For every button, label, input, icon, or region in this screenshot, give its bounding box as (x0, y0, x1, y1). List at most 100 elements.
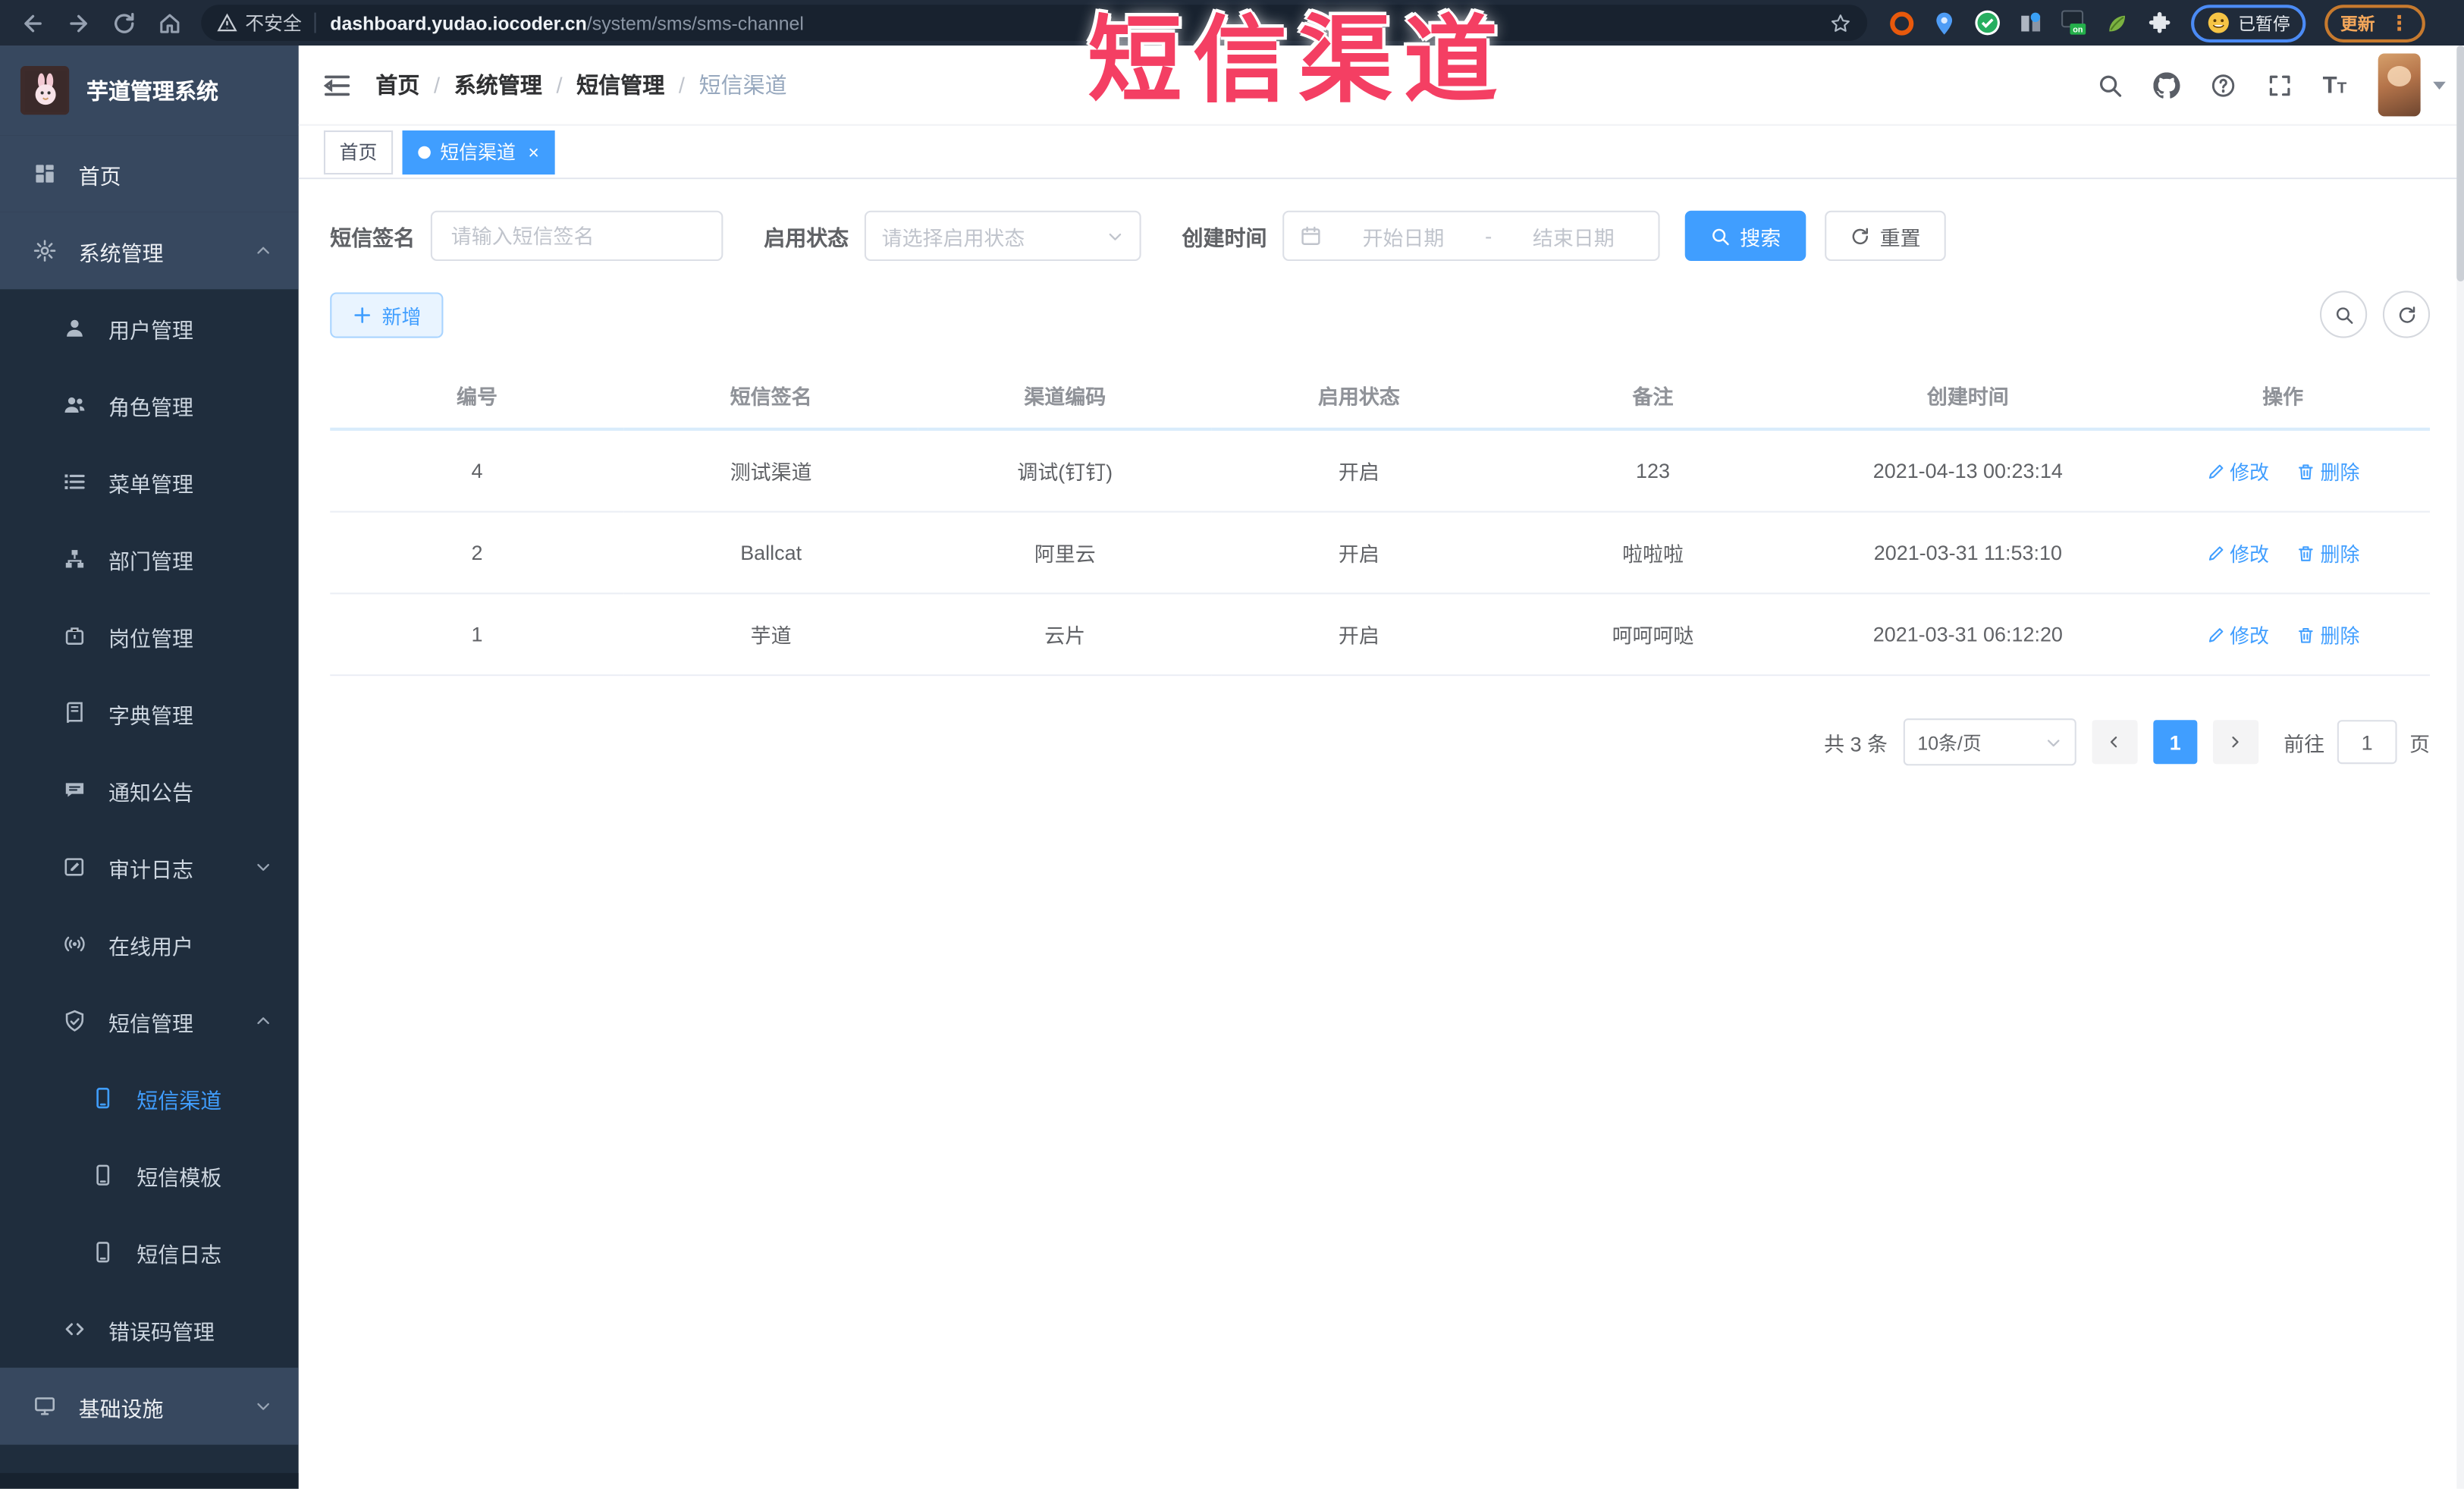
update-label: 更新 (2340, 14, 2375, 34)
breadcrumb: 首页 / 系统管理 / 短信管理 / 短信渠道 (375, 69, 786, 100)
active-tag-dot (418, 145, 431, 159)
browser-menu-dots-icon[interactable]: ⋮ (2389, 10, 2409, 35)
bookmark-star-icon[interactable] (1829, 12, 1851, 34)
table-row[interactable]: 1 芋道 云片 开启 呵呵呵哒 2021-03-31 06:12:20 修改 删… (330, 593, 2431, 677)
status-value: 开启 (1212, 429, 1506, 513)
extension-leaf-icon[interactable] (2105, 10, 2130, 35)
sidebar-item-role-management[interactable]: 角色管理 (0, 366, 299, 444)
breadcrumb-sms[interactable]: 短信管理 (576, 69, 664, 100)
sidebar-collapse-icon[interactable] (322, 70, 352, 99)
tag-home[interactable]: 首页 (323, 129, 394, 174)
status-label: 启用状态 (764, 226, 849, 250)
add-button[interactable]: 新增 (330, 291, 444, 338)
avatar-caret-down-icon[interactable] (2433, 80, 2446, 96)
sidebar-item-menu-management[interactable]: 菜单管理 (0, 443, 299, 520)
extension-orange-icon[interactable] (1889, 10, 1914, 35)
sidebar-item-sms-log[interactable]: 短信日志 (0, 1214, 299, 1291)
extension-pin-icon[interactable] (1932, 10, 1957, 35)
trash-icon (2296, 625, 2315, 644)
breadcrumb-system[interactable]: 系统管理 (454, 69, 542, 100)
phone-icon (91, 1164, 115, 1187)
fullscreen-icon[interactable] (2266, 71, 2293, 98)
sidebar-item-sms-template[interactable]: 短信模板 (0, 1136, 299, 1214)
edit-pencil-icon (2206, 461, 2225, 480)
list-icon (63, 470, 86, 494)
sidebar-item-home[interactable]: 首页 (0, 135, 299, 212)
extension-grid-icon[interactable] (2018, 10, 2043, 35)
edit-link[interactable]: 修改 (2206, 538, 2269, 567)
status-select[interactable]: 请选择启用状态 (864, 210, 1141, 262)
create-time-label: 创建时间 (1182, 226, 1267, 250)
search-button[interactable]: 搜索 (1684, 210, 1806, 262)
sidebar-item-error-code[interactable]: 错误码管理 (0, 1291, 299, 1368)
extension-check-icon[interactable] (1974, 9, 2001, 36)
delete-link[interactable]: 删除 (2296, 538, 2359, 567)
extensions-puzzle-icon[interactable] (2147, 10, 2172, 35)
delete-link[interactable]: 删除 (2296, 456, 2359, 485)
browser-reload-icon[interactable] (111, 10, 137, 35)
sidebar-item-online-users[interactable]: 在线用户 (0, 906, 299, 983)
phone-icon (91, 1240, 115, 1264)
paused-extension-pill[interactable]: 已暂停 (2191, 4, 2306, 42)
edit-link[interactable]: 修改 (2206, 456, 2269, 485)
browser-home-icon[interactable] (157, 10, 182, 35)
sidebar-logo[interactable]: 芋道管理系统 (0, 46, 299, 136)
toggle-search-button[interactable] (2320, 291, 2368, 338)
scrollbar-thumb[interactable] (2456, 46, 2464, 281)
reset-button[interactable]: 重置 (1825, 210, 1946, 262)
address-divider (314, 12, 316, 33)
status-value: 开启 (1212, 593, 1506, 677)
prev-page-button[interactable] (2092, 720, 2138, 765)
total-count-label: 共 3 条 (1824, 731, 1888, 755)
close-tag-icon[interactable]: × (528, 143, 539, 162)
sidebar-item-infrastructure[interactable]: 基础设施 (0, 1368, 299, 1445)
browser-forward-icon[interactable] (66, 10, 91, 35)
chevron-up-icon (255, 1013, 272, 1030)
table-row[interactable]: 2 Ballcat 阿里云 开启 啦啦啦 2021-03-31 11:53:10… (330, 511, 2431, 595)
refresh-table-button[interactable] (2382, 291, 2431, 338)
sidebar-item-user-management[interactable]: 用户管理 (0, 289, 299, 366)
avatar[interactable] (2378, 53, 2421, 117)
page-size-select[interactable]: 10条/页 (1903, 718, 2076, 766)
sidebar-item-dict-management[interactable]: 字典管理 (0, 674, 299, 752)
browser-update-button[interactable]: 更新 ⋮ (2324, 4, 2425, 42)
extension-on-badge-icon[interactable]: on (2061, 9, 2087, 36)
sidebar-item-post-management[interactable]: 岗位管理 (0, 598, 299, 675)
goto-page-input[interactable] (2337, 720, 2397, 765)
log-edit-icon (63, 855, 86, 878)
sidebar-item-system-management[interactable]: 系统管理 (0, 212, 299, 290)
sidebar-item-sms-management[interactable]: 短信管理 (0, 982, 299, 1060)
calendar-icon (1300, 225, 1322, 247)
page-unit-label: 页 (2409, 731, 2431, 755)
tag-sms-channel[interactable]: 短信渠道 × (402, 129, 555, 174)
header-search-icon[interactable] (2096, 71, 2123, 98)
table-row[interactable]: 4 测试渠道 调试(钉钉) 开启 123 2021-04-13 00:23:14… (330, 429, 2431, 513)
sidebar-item-notice[interactable]: 通知公告 (0, 752, 299, 829)
phone-icon (91, 1086, 115, 1110)
github-icon[interactable] (2153, 71, 2180, 98)
status-value: 开启 (1212, 511, 1506, 595)
briefcase-icon (63, 624, 86, 648)
edit-link[interactable]: 修改 (2206, 620, 2269, 649)
font-size-icon[interactable]: TT (2323, 71, 2347, 98)
chevron-left-icon (2107, 734, 2123, 750)
date-range-picker[interactable]: 开始日期 - 结束日期 (1282, 210, 1660, 262)
browser-back-icon[interactable] (20, 10, 46, 35)
extension-icons: on (1889, 9, 2172, 36)
paused-badge-label: 已暂停 (2238, 14, 2290, 34)
browser-scrollbar[interactable] (2456, 46, 2464, 1489)
delete-link[interactable]: 删除 (2296, 620, 2359, 649)
sidebar-item-audit-log[interactable]: 审计日志 (0, 828, 299, 906)
next-page-button[interactable] (2213, 720, 2259, 765)
help-icon[interactable] (2209, 71, 2236, 98)
main-content: 短信签名 启用状态 请选择启用状态 创建时间 开始日期 - 结束日期 搜索 (298, 179, 2464, 1489)
sidebar-item-dept-management[interactable]: 部门管理 (0, 520, 299, 598)
signature-input[interactable] (432, 224, 722, 248)
date-end-placeholder: 结束日期 (1532, 225, 1615, 250)
sidebar-bottom-edge (0, 1472, 299, 1489)
address-bar[interactable]: 不安全 dashboard.yudao.iocoder.cn/system/sm… (201, 5, 1868, 41)
sidebar-item-sms-channel[interactable]: 短信渠道 (0, 1060, 299, 1137)
breadcrumb-home[interactable]: 首页 (375, 69, 419, 100)
chevron-down-icon (255, 1397, 272, 1415)
current-page-button[interactable]: 1 (2153, 720, 2198, 765)
